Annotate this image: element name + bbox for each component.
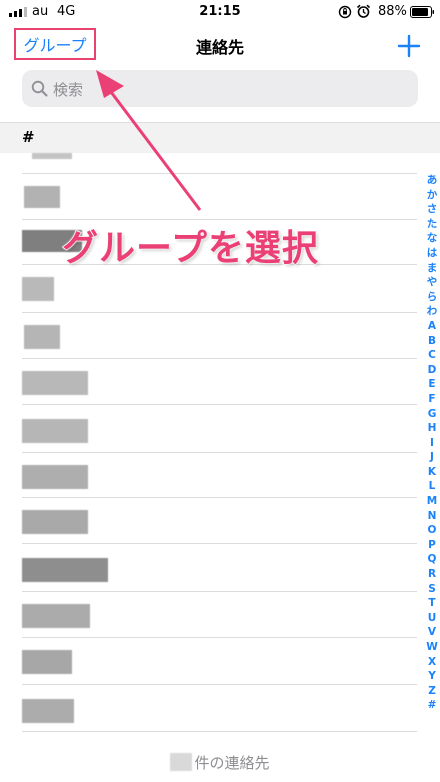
battery-icon — [410, 6, 434, 18]
index-letter[interactable]: R — [428, 567, 436, 582]
index-letter[interactable]: U — [428, 611, 437, 626]
redacted-name — [22, 650, 72, 674]
index-letter[interactable]: A — [428, 319, 436, 334]
index-letter[interactable]: J — [430, 450, 434, 465]
contact-row[interactable] — [22, 685, 422, 730]
redacted-name — [22, 465, 88, 489]
index-letter[interactable]: K — [428, 465, 436, 480]
redacted-name — [24, 186, 60, 208]
contacts-screen: au 4G 21:15 88% グループ 連絡先 検索 # あ か さ た な … — [0, 0, 440, 782]
navigation-bar: グループ 連絡先 — [0, 26, 440, 66]
index-letter[interactable]: あ — [427, 173, 438, 188]
contact-row[interactable] — [22, 453, 422, 498]
index-letter[interactable]: か — [427, 188, 438, 203]
index-letter[interactable]: F — [428, 392, 435, 407]
search-icon — [31, 80, 48, 97]
search-field[interactable]: 検索 — [22, 70, 418, 107]
contact-row[interactable] — [22, 265, 422, 310]
alarm-icon — [356, 4, 371, 18]
redacted-name — [24, 325, 60, 349]
section-index[interactable]: あかさたなはまやらわ A B C D E F G H I J K L M N O P Q R S T U V W X Y Z # — [421, 173, 440, 713]
index-letter[interactable]: V — [428, 625, 436, 640]
index-letter[interactable]: # — [428, 698, 437, 713]
index-letter[interactable]: E — [428, 377, 435, 392]
row-divider — [22, 731, 417, 732]
section-letter: # — [22, 128, 35, 146]
index-letter[interactable]: L — [429, 479, 436, 494]
contact-row[interactable] — [22, 174, 422, 219]
index-letter[interactable]: N — [428, 509, 437, 524]
redacted-name — [22, 371, 88, 395]
redacted-name — [22, 277, 54, 301]
annotation-label: グループを選択 — [61, 227, 319, 270]
index-letter[interactable]: さ — [427, 202, 438, 217]
contacts-count-label: 件の連絡先 — [194, 753, 270, 772]
contact-row[interactable] — [22, 405, 422, 450]
index-letter[interactable]: H — [428, 421, 437, 436]
status-bar: au 4G 21:15 88% — [0, 0, 440, 26]
page-title: 連絡先 — [195, 38, 244, 57]
index-letter[interactable]: S — [428, 582, 436, 597]
contact-row[interactable] — [22, 313, 422, 358]
index-letter[interactable]: G — [428, 407, 437, 422]
index-letter[interactable]: D — [428, 363, 437, 378]
contact-row[interactable] — [22, 638, 422, 683]
index-letter[interactable]: Q — [428, 552, 437, 567]
search-placeholder: 検索 — [53, 81, 84, 99]
index-letter[interactable]: Z — [428, 684, 436, 699]
plus-icon[interactable] — [397, 34, 421, 58]
redacted-name — [22, 510, 88, 534]
index-letter[interactable]: P — [428, 538, 436, 553]
contact-row[interactable] — [22, 592, 422, 637]
index-letter[interactable]: C — [428, 348, 436, 363]
index-letter[interactable]: や — [427, 275, 438, 290]
contact-row[interactable] — [22, 359, 422, 404]
contact-row[interactable] — [22, 498, 422, 543]
section-header: # — [0, 122, 440, 153]
battery-percent: 88% — [378, 4, 407, 19]
redacted-name — [22, 699, 74, 723]
index-letter[interactable]: W — [426, 640, 438, 655]
index-letter[interactable]: ら — [427, 290, 438, 305]
index-letter[interactable]: B — [428, 334, 436, 349]
contacts-count-footer: 件の連絡先 — [0, 742, 440, 782]
index-letter[interactable]: は — [427, 246, 438, 261]
index-letter[interactable]: な — [427, 231, 438, 246]
clock: 21:15 — [199, 4, 241, 19]
redacted-name — [22, 558, 108, 582]
redacted-name — [22, 604, 90, 628]
index-letter[interactable]: T — [428, 596, 435, 611]
index-letter[interactable]: た — [427, 217, 438, 232]
redacted-name — [22, 419, 88, 443]
index-letter[interactable]: M — [427, 494, 437, 509]
index-letter[interactable]: Y — [428, 669, 436, 684]
redacted-count — [170, 753, 193, 771]
contact-row[interactable] — [22, 153, 422, 173]
contact-row[interactable] — [22, 544, 422, 589]
index-letter[interactable]: O — [428, 523, 437, 538]
index-letter[interactable]: わ — [427, 304, 438, 319]
index-letter[interactable]: X — [428, 655, 436, 670]
redacted-name — [32, 153, 72, 159]
index-letter[interactable]: ま — [427, 261, 438, 276]
orientation-lock-icon — [338, 5, 352, 19]
index-letter[interactable]: I — [430, 436, 434, 451]
